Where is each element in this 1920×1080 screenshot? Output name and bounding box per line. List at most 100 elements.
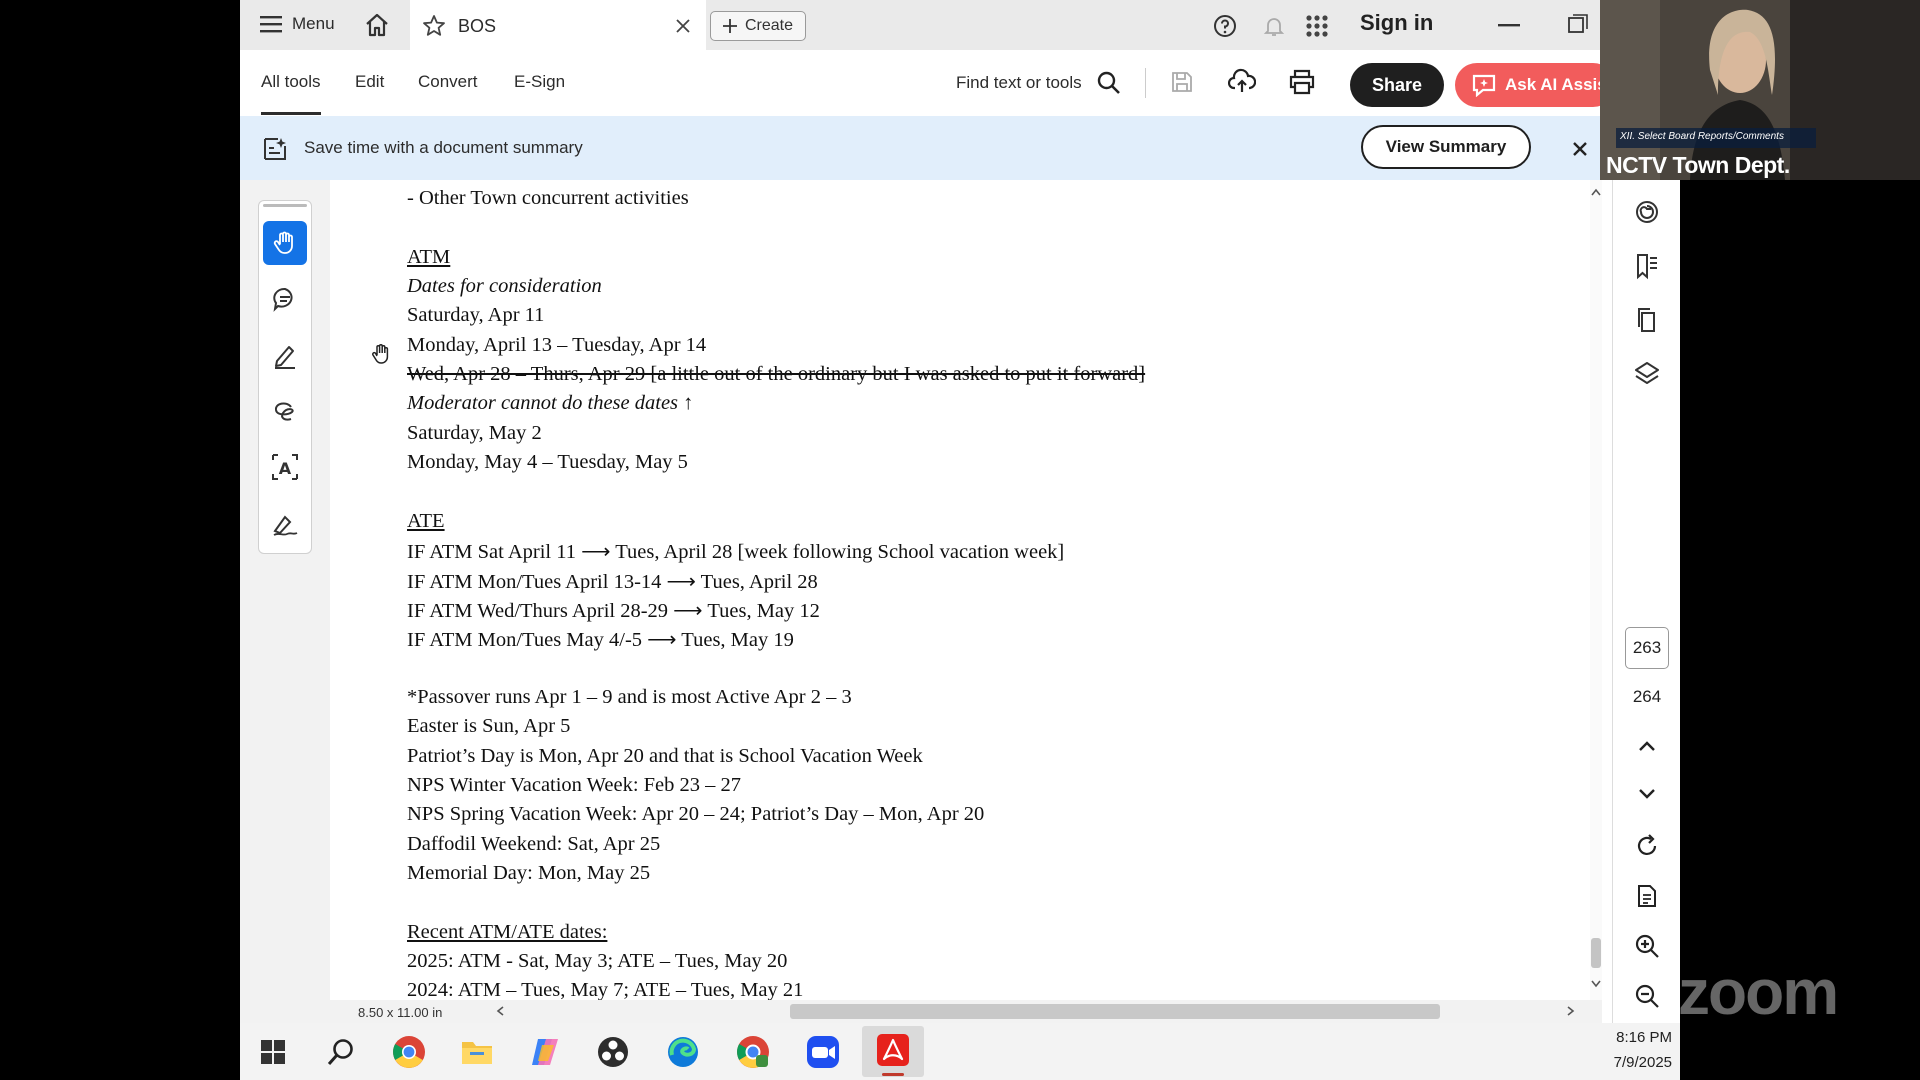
scroll-down-arrow[interactable] bbox=[1591, 980, 1601, 988]
status-bar: 8.50 x 11.00 in bbox=[330, 1000, 1602, 1023]
clock-time[interactable]: 8:16 PM bbox=[1602, 1029, 1672, 1046]
document-line: Dates for consideration bbox=[407, 275, 602, 298]
page-size-label: 8.50 x 11.00 in bbox=[358, 1005, 443, 1020]
ai-assistant-panel-button[interactable] bbox=[1629, 194, 1665, 230]
vertical-scrollbar[interactable] bbox=[1590, 180, 1602, 1000]
zoom-in-icon bbox=[1635, 934, 1659, 958]
home-button[interactable] bbox=[364, 12, 390, 43]
close-tab-icon[interactable] bbox=[676, 19, 690, 33]
document-line: NPS Winter Vacation Week: Feb 23 – 27 bbox=[407, 774, 742, 796]
restore-icon[interactable] bbox=[1568, 14, 1588, 34]
page-display-icon bbox=[1638, 885, 1656, 907]
add-comment-button[interactable] bbox=[263, 277, 307, 321]
page-thumbnails-button[interactable] bbox=[1629, 302, 1665, 338]
document-line: Saturday, May 2 bbox=[407, 421, 542, 444]
obs-taskbar-button[interactable] bbox=[594, 1033, 632, 1071]
menu-label: Menu bbox=[292, 14, 335, 33]
banner-text: Save time with a document summary bbox=[304, 138, 583, 157]
help-icon[interactable] bbox=[1213, 14, 1237, 38]
hand-tool-button[interactable] bbox=[263, 221, 307, 265]
menu-button[interactable]: Menu bbox=[260, 14, 335, 34]
acrobat-window: Menu BOS Create Sign in All tools Edit C… bbox=[240, 0, 1680, 1023]
document-line: Recent ATM/ATE dates: bbox=[407, 920, 608, 943]
document-line: Monday, April 13 – Tuesday, Apr 14 bbox=[407, 333, 707, 356]
start-button[interactable] bbox=[254, 1033, 292, 1071]
document-tab[interactable]: BOS bbox=[410, 0, 706, 50]
search-icon bbox=[327, 1039, 353, 1065]
add-text-button[interactable]: A bbox=[263, 445, 307, 489]
clock-date[interactable]: 7/9/2025 bbox=[1592, 1054, 1672, 1071]
apps-grid-icon[interactable] bbox=[1306, 15, 1328, 37]
zoom-out-button[interactable] bbox=[1629, 978, 1665, 1014]
tab-title: BOS bbox=[458, 16, 497, 36]
save-icon[interactable] bbox=[1170, 70, 1194, 94]
rotate-icon bbox=[1637, 834, 1657, 855]
home-icon bbox=[366, 13, 388, 37]
sign-in-link[interactable]: Sign in bbox=[1360, 10, 1433, 36]
document-line: Easter is Sun, Apr 5 bbox=[407, 715, 571, 738]
search-taskbar-button[interactable] bbox=[322, 1033, 360, 1071]
current-page-number[interactable]: 263 bbox=[1625, 627, 1669, 669]
print-icon[interactable] bbox=[1288, 69, 1316, 95]
tab-edit[interactable]: Edit bbox=[355, 72, 384, 92]
document-line: IF ATM Mon/Tues May 4/-5 ⟶ Tues, May 19 bbox=[407, 629, 794, 652]
tab-convert[interactable]: Convert bbox=[418, 72, 478, 92]
chevron-up-icon bbox=[1639, 741, 1655, 751]
tab-e-sign[interactable]: E-Sign bbox=[514, 72, 565, 92]
panel-grip[interactable] bbox=[263, 204, 307, 207]
scroll-right-arrow[interactable] bbox=[1567, 1006, 1575, 1016]
next-page-button[interactable] bbox=[1629, 776, 1665, 812]
layers-button[interactable] bbox=[1629, 356, 1665, 392]
document-summary-icon bbox=[264, 138, 286, 160]
chrome-taskbar-button[interactable] bbox=[390, 1033, 428, 1071]
minimize-icon[interactable] bbox=[1498, 24, 1520, 27]
bookmark-icon bbox=[1637, 254, 1657, 280]
ai-button-label: Ask AI Assis bbox=[1505, 75, 1607, 94]
cloud-upload-icon[interactable] bbox=[1228, 68, 1256, 96]
edge-taskbar-button[interactable] bbox=[664, 1033, 702, 1071]
zoom-taskbar-button[interactable] bbox=[804, 1033, 842, 1071]
scroll-up-arrow[interactable] bbox=[1591, 188, 1601, 196]
svg-text:A: A bbox=[279, 459, 292, 478]
draw-tool-button[interactable] bbox=[263, 389, 307, 433]
copilot-icon bbox=[532, 1039, 558, 1065]
tab-all-tools[interactable]: All tools bbox=[261, 72, 321, 92]
file-explorer-taskbar-button[interactable] bbox=[458, 1033, 496, 1071]
document-line: Monday, May 4 – Tuesday, May 5 bbox=[407, 451, 688, 474]
star-icon[interactable] bbox=[422, 14, 446, 38]
document-line: 2025: ATM - Sat, May 3; ATE – Tues, May … bbox=[407, 950, 788, 973]
ask-ai-assistant-button[interactable]: Ask AI Assis bbox=[1455, 63, 1615, 107]
edge-icon bbox=[668, 1037, 698, 1067]
main-toolbar: All tools Edit Convert E-Sign Find text … bbox=[240, 50, 1615, 117]
find-text-label[interactable]: Find text or tools bbox=[956, 73, 1082, 93]
document-line: ATE bbox=[407, 509, 445, 532]
document-line: IF ATM Wed/Thurs April 28-29 ⟶ Tues, May… bbox=[407, 599, 820, 622]
zoom-in-button[interactable] bbox=[1629, 928, 1665, 964]
previous-page-button[interactable] bbox=[1629, 728, 1665, 764]
share-button[interactable]: Share bbox=[1350, 63, 1444, 107]
chrome-profile-taskbar-button[interactable] bbox=[734, 1033, 772, 1071]
bell-icon[interactable] bbox=[1262, 14, 1286, 38]
bookmarks-button[interactable] bbox=[1629, 248, 1665, 284]
title-tab-bar: Menu BOS Create Sign in bbox=[240, 0, 1602, 50]
rotate-button[interactable] bbox=[1629, 828, 1665, 864]
scroll-left-arrow[interactable] bbox=[496, 1006, 504, 1016]
search-icon[interactable] bbox=[1096, 70, 1122, 96]
horizontal-scroll-thumb[interactable] bbox=[790, 1004, 1440, 1019]
zoom-app-icon bbox=[807, 1036, 839, 1068]
view-summary-button[interactable]: View Summary bbox=[1361, 125, 1531, 169]
page-display-button[interactable] bbox=[1629, 878, 1665, 914]
vertical-scroll-thumb[interactable] bbox=[1591, 938, 1601, 968]
document-line: 2024: ATM – Tues, May 7; ATE – Tues, May… bbox=[407, 979, 804, 1000]
document-line: Memorial Day: Mon, May 25 bbox=[407, 862, 651, 885]
windows-taskbar: 8:16 PM 7/9/2025 bbox=[240, 1023, 1680, 1080]
sign-tool-button[interactable] bbox=[263, 501, 307, 545]
create-button[interactable]: Create bbox=[710, 11, 806, 41]
document-line: Patriot’s Day is Mon, Apr 20 and that is… bbox=[407, 744, 923, 767]
next-page-number[interactable]: 264 bbox=[1625, 687, 1669, 707]
highlight-tool-button[interactable] bbox=[263, 333, 307, 377]
copilot-taskbar-button[interactable] bbox=[526, 1033, 564, 1071]
acrobat-taskbar-button[interactable] bbox=[862, 1026, 924, 1077]
zoom-watermark: zoom bbox=[1678, 956, 1839, 1028]
close-banner-icon[interactable] bbox=[1573, 142, 1587, 156]
